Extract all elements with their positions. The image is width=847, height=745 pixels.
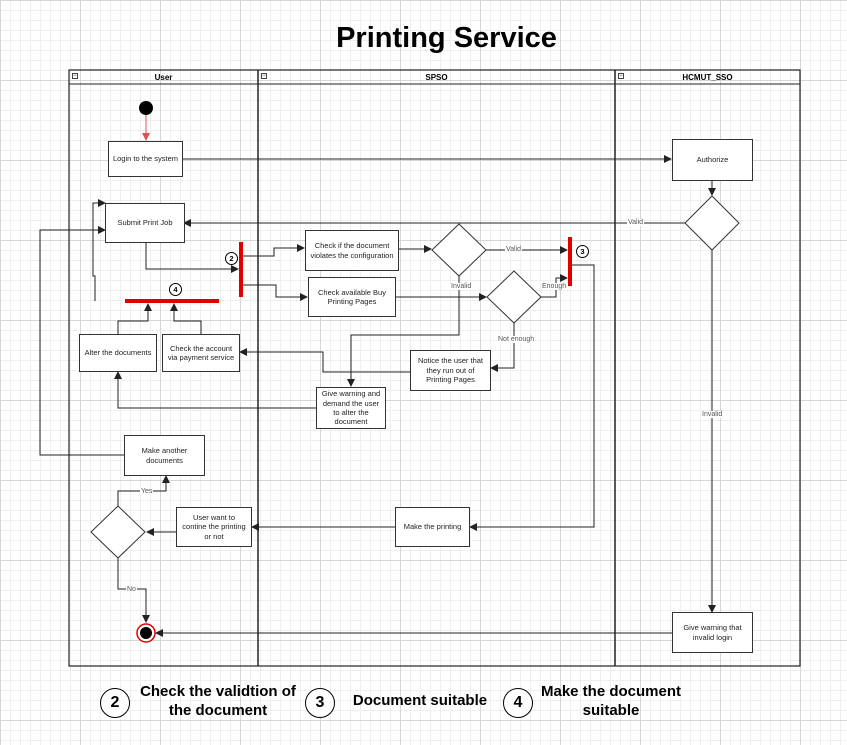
node-alter-documents[interactable]: Alter the documents xyxy=(79,334,157,372)
lane-title-hcmut-sso: HCMUT_SSO xyxy=(682,73,733,82)
edge-label-invalid-doc: Invalid xyxy=(450,283,473,290)
node-authorize[interactable]: Authorize xyxy=(672,139,753,181)
decision-continue xyxy=(90,505,146,559)
lane-title-spso: SPSO xyxy=(425,73,448,82)
edge-label-no: No xyxy=(126,586,137,593)
end-node xyxy=(136,623,156,643)
node-continue-question[interactable]: User want to contine the printing or not xyxy=(176,507,252,547)
lane-title-user: User xyxy=(154,73,173,82)
decision-config xyxy=(431,223,487,277)
edge-label-invalid-auth: Invalid xyxy=(701,411,724,418)
fork-bar-2 xyxy=(239,242,243,297)
edge-label-not-enough: Not enough xyxy=(497,336,536,343)
node-check-pages[interactable]: Check available Buy Printing Pages xyxy=(308,277,396,317)
decision-pages xyxy=(486,270,542,324)
legend-circle-3: 3 xyxy=(305,688,335,718)
marker-2: 2 xyxy=(225,252,238,265)
marker-4: 4 xyxy=(169,283,182,296)
legend-circle-4: 4 xyxy=(503,688,533,718)
edge-label-valid-auth: Valid xyxy=(627,219,645,226)
node-check-config[interactable]: Check if the document violates the confi… xyxy=(305,230,399,271)
join-bar-4 xyxy=(125,299,219,303)
legend-text-2: Check the validtion of the document xyxy=(140,683,296,719)
join-bar-3 xyxy=(568,237,572,286)
node-invalid-login-warning[interactable]: Give warning that invalid login xyxy=(672,612,753,653)
start-node xyxy=(139,101,153,115)
legend-text-4: Make the document suitable xyxy=(540,683,682,719)
node-give-warning-alter[interactable]: Give warning and demand the user to alte… xyxy=(316,387,386,429)
marker-3: 3 xyxy=(576,245,589,258)
node-notice-user[interactable]: Notice the user that they run out of Pri… xyxy=(410,350,491,391)
node-submit-print-job[interactable]: Submit Print Job xyxy=(105,203,185,243)
node-check-account[interactable]: Check the account via payment service xyxy=(162,334,240,372)
legend-circle-2: 2 xyxy=(100,688,130,718)
edge-label-enough: Enough xyxy=(541,283,568,290)
edge-label-valid-doc: Valid xyxy=(505,246,523,253)
edge-label-yes: Yes xyxy=(140,488,154,495)
node-login[interactable]: Login to the system xyxy=(108,141,183,177)
decision-authorize xyxy=(684,195,740,251)
legend-text-3: Document suitable xyxy=(352,692,488,709)
node-make-printing[interactable]: Make the printing xyxy=(395,507,470,547)
node-make-another[interactable]: Make another documents xyxy=(124,435,205,476)
